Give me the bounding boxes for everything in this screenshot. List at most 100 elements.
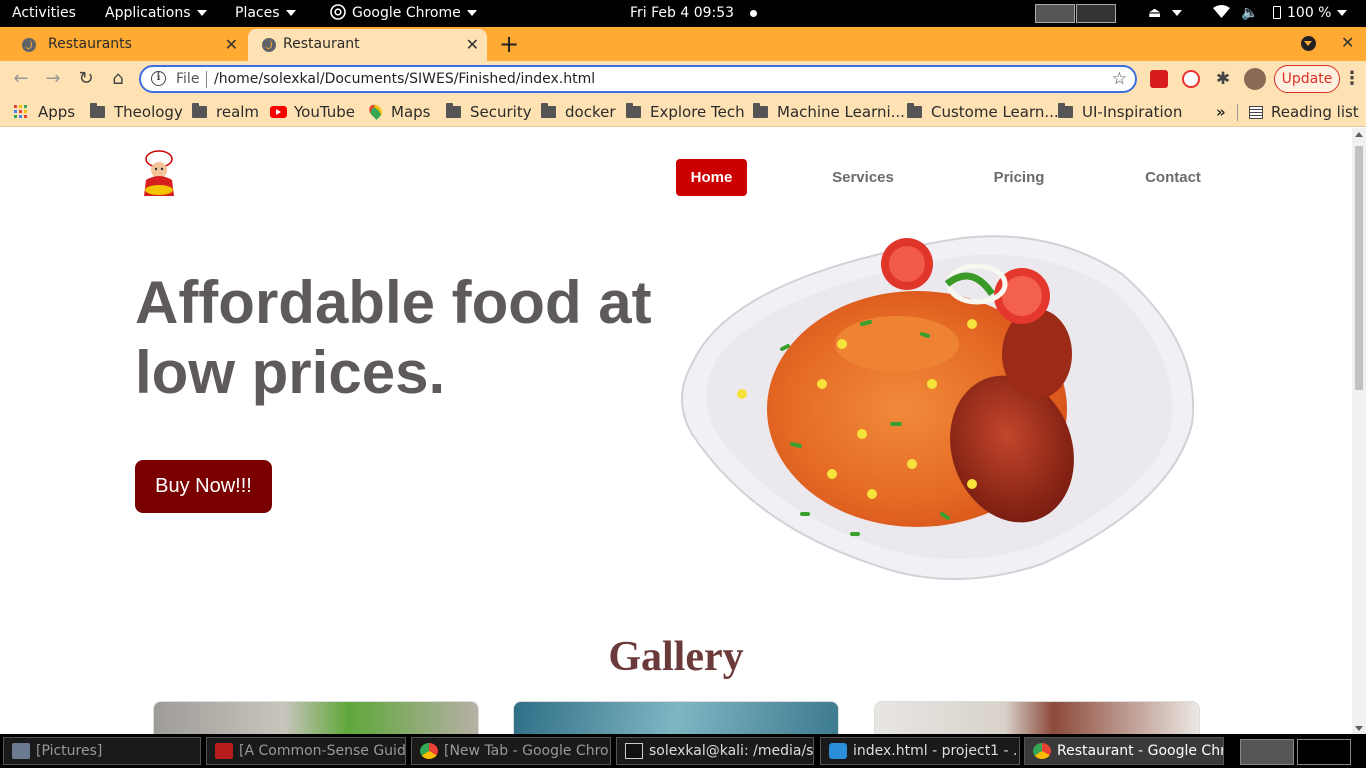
app-menu[interactable]: Google Chrome [330, 0, 477, 27]
tray-menu-chevron-icon[interactable] [1172, 0, 1182, 27]
profile-avatar[interactable] [1244, 68, 1266, 90]
address-bar[interactable]: i File /home/solexkal/Documents/SIWES/Fi… [139, 65, 1137, 93]
gallery-image-blue[interactable] [513, 701, 839, 734]
tab-strip: Restaurants ✕ Restaurant ✕ + ✕ [0, 27, 1366, 61]
bookmark-ui-inspiration[interactable]: UI-Inspiration [1058, 101, 1182, 123]
scroll-up-icon[interactable] [1355, 132, 1363, 137]
chrome-icon [420, 743, 438, 759]
workspace-switcher-2[interactable] [1297, 739, 1351, 765]
volume-icon[interactable]: 🔈 [1241, 0, 1258, 27]
buy-now-button[interactable]: Buy Now!!! [135, 460, 272, 513]
clock[interactable]: Fri Feb 4 09:53 [630, 0, 734, 27]
bookmark-apps[interactable]: Apps [14, 101, 75, 123]
reading-list-button[interactable]: Reading list [1249, 101, 1359, 123]
wifi-icon[interactable] [1213, 0, 1230, 27]
bookmark-custome-learn[interactable]: Custome Learn... [907, 101, 1059, 123]
workspace-switcher-1[interactable] [1240, 739, 1294, 765]
page-scrollbar[interactable] [1352, 128, 1366, 734]
tab-title: Restaurants [48, 36, 132, 52]
folder-icon [90, 103, 105, 118]
scroll-down-icon[interactable] [1355, 726, 1363, 731]
bookmark-label: Security [470, 103, 532, 121]
youtube-icon [270, 106, 287, 118]
more-menu-icon[interactable]: ⋮ [1341, 68, 1363, 90]
close-icon[interactable]: ✕ [466, 35, 479, 54]
taskbar-item-vscode[interactable]: index.html - project1 - ... [820, 737, 1020, 765]
places-menu-label: Places [235, 5, 280, 21]
bookmark-label: Maps [391, 103, 431, 121]
url-text[interactable]: /home/solexkal/Documents/SIWES/Finished/… [214, 71, 595, 87]
taskbar-item-pictures[interactable]: [Pictures] [3, 737, 201, 765]
taskbar-item-new-tab[interactable]: [New Tab - Google Chro... [411, 737, 611, 765]
chevron-down-icon [196, 10, 207, 16]
bookmark-label: UI-Inspiration [1082, 103, 1183, 121]
bookmark-machine-learning[interactable]: Machine Learni... [753, 101, 905, 123]
bookmark-star-icon[interactable]: ☆ [1112, 69, 1127, 89]
terminal-icon [625, 743, 643, 759]
folder-icon [192, 103, 207, 118]
folder-icon [541, 103, 556, 118]
reload-icon[interactable]: ↻ [75, 68, 97, 90]
forward-arrow-icon[interactable]: → [42, 68, 64, 90]
restaurant-logo[interactable] [140, 150, 178, 198]
folder-icon [753, 103, 768, 118]
gallery-image-salad[interactable] [153, 701, 479, 734]
nav-services[interactable]: Services [830, 159, 896, 196]
workspace-2[interactable] [1076, 4, 1116, 23]
battery-status[interactable]: 100 % [1273, 0, 1348, 27]
bookmark-security[interactable]: Security [446, 101, 532, 123]
nav-contact[interactable]: Contact [1143, 159, 1203, 196]
taskbar-item-terminal[interactable]: solexkal@kali: /media/s... [616, 737, 814, 765]
bookmark-explore-tech[interactable]: Explore Tech [626, 101, 745, 123]
hero-title: Affordable food at low prices. [135, 269, 652, 406]
battery-percentage: 100 % [1287, 5, 1332, 21]
extension-clickup-icon[interactable] [1182, 70, 1200, 88]
bookmark-youtube[interactable]: YouTube [270, 101, 355, 123]
window-close-icon[interactable]: ✕ [1341, 33, 1354, 52]
places-menu[interactable]: Places [235, 0, 296, 27]
tab-search-icon[interactable] [1301, 36, 1316, 51]
nav-home[interactable]: Home [676, 159, 747, 196]
bookmark-label: Machine Learni... [777, 103, 905, 121]
home-icon[interactable]: ⌂ [107, 68, 129, 90]
jollof-rice-plate-image [681, 235, 1195, 580]
gallery-image-breakfast[interactable] [874, 701, 1200, 734]
page-viewport: Home Services Pricing Contact Affordable… [0, 128, 1352, 734]
bookmark-realm[interactable]: realm [192, 101, 259, 123]
pdf-icon [215, 743, 233, 759]
bookmark-maps[interactable]: Maps [366, 101, 431, 123]
info-icon[interactable]: i [151, 71, 166, 86]
update-button[interactable]: Update [1274, 65, 1340, 93]
close-icon[interactable]: ✕ [225, 35, 238, 54]
applications-menu[interactable]: Applications [105, 0, 207, 27]
extension-percent-icon[interactable] [1150, 70, 1168, 88]
new-tab-button[interactable]: + [499, 30, 519, 58]
globe-icon [262, 38, 276, 52]
tab-title: Restaurant [283, 36, 360, 52]
reading-list-label: Reading list [1271, 103, 1359, 121]
folder-icon [1058, 103, 1073, 118]
eject-icon[interactable]: ⏏ [1148, 0, 1161, 27]
taskbar-item-restaurant[interactable]: Restaurant - Google Chr... [1024, 737, 1224, 765]
bookmark-theology[interactable]: Theology [90, 101, 183, 123]
chevron-down-icon [1337, 10, 1348, 16]
nav-pricing[interactable]: Pricing [990, 159, 1048, 196]
taskbar-item-label: [A Common-Sense Guid... [239, 743, 406, 759]
extensions-puzzle-icon[interactable]: ✱ [1212, 68, 1234, 90]
workspace-1[interactable] [1035, 4, 1075, 23]
system-top-bar: Activities Applications Places Google Ch… [0, 0, 1366, 27]
maps-icon [366, 102, 385, 120]
tab-restaurant[interactable]: Restaurant ✕ [248, 29, 487, 61]
taskbar-item-pdf[interactable]: [A Common-Sense Guid... [206, 737, 406, 765]
chrome-icon [330, 4, 346, 20]
activities-button[interactable]: Activities [12, 0, 76, 27]
bookmarks-overflow-icon[interactable]: » [1216, 101, 1226, 123]
bookmark-label: YouTube [294, 103, 355, 121]
scroll-thumb[interactable] [1355, 146, 1363, 390]
taskbar-item-label: solexkal@kali: /media/s... [649, 743, 814, 759]
bookmark-label: Explore Tech [650, 103, 745, 121]
tab-restaurants[interactable]: Restaurants ✕ [4, 29, 246, 61]
bookmark-docker[interactable]: docker [541, 101, 616, 123]
back-arrow-icon[interactable]: ← [10, 68, 32, 90]
browser-toolbar: ← → ↻ ⌂ i File /home/solexkal/Documents/… [0, 61, 1366, 97]
